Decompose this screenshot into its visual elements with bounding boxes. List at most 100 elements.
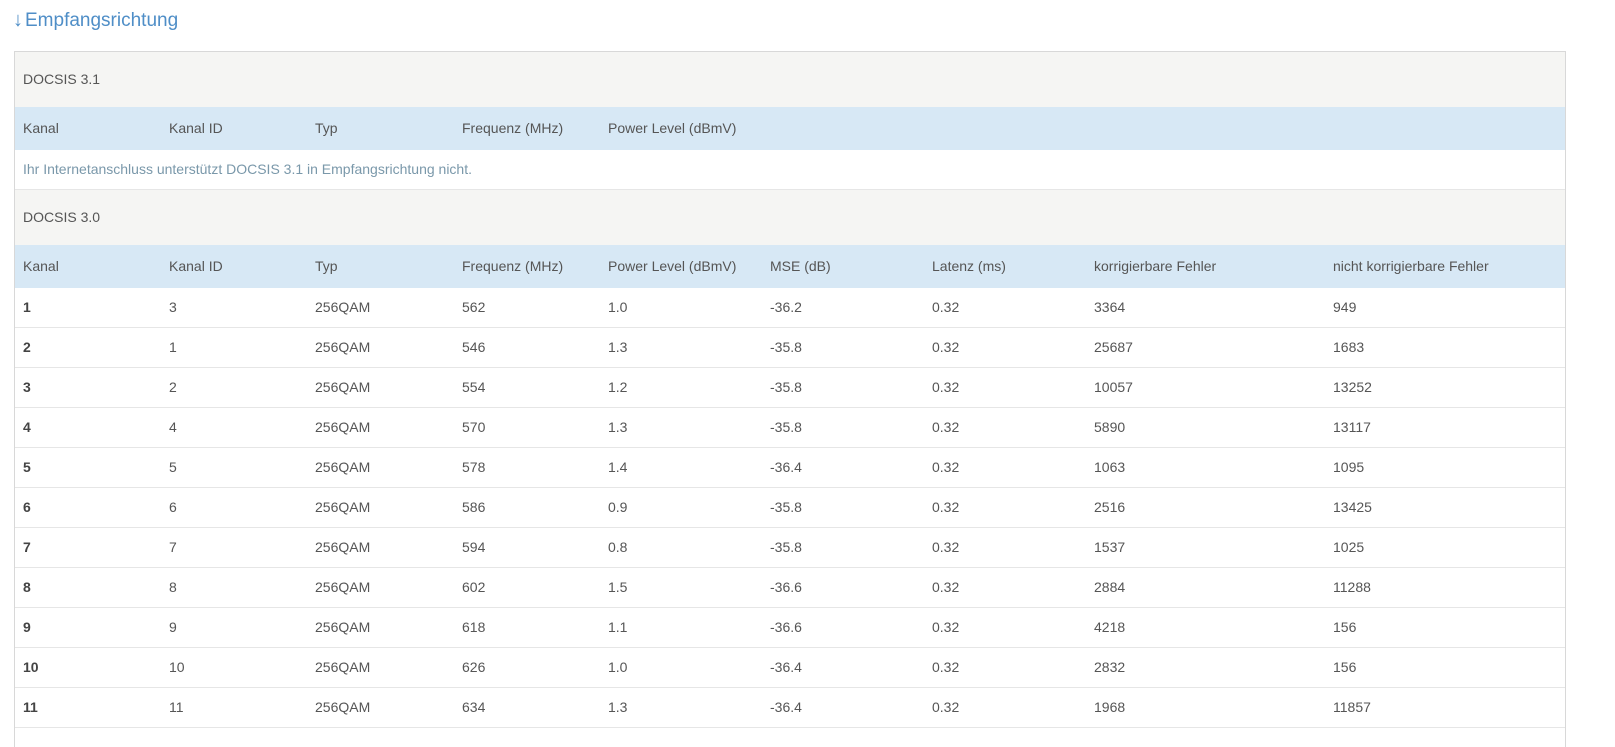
col-header-typ: Typ	[315, 258, 338, 274]
cell-korrigierbare-fehler: 2832	[1094, 659, 1126, 675]
cell-kanal: 9	[23, 619, 31, 635]
arrow-down-icon: ↓	[13, 9, 23, 31]
table-row: 5 5 256QAM 578 1.4 -36.4 0.32 1063 1095	[15, 448, 1565, 488]
cell-nicht-korrigierbare-fehler: 1095	[1333, 459, 1365, 475]
cell-kanal: 10	[23, 659, 39, 675]
col-header-frequenz: Frequenz (MHz)	[462, 258, 564, 274]
table-row: 4 4 256QAM 570 1.3 -35.8 0.32 5890 13117	[15, 408, 1565, 448]
cell-power-level: 1.3	[608, 419, 628, 435]
col-header-nicht-korrigierbare-fehler: nicht korrigierbare Fehler	[1333, 258, 1489, 274]
cell-typ: 256QAM	[315, 539, 371, 555]
cell-nicht-korrigierbare-fehler: 13117	[1333, 419, 1371, 435]
cell-kanal-id: 10	[169, 659, 185, 675]
cell-mse: -36.6	[770, 619, 802, 635]
cell-power-level: 1.0	[608, 299, 628, 315]
cell-mse: -36.6	[770, 579, 802, 595]
cell-kanal: 3	[23, 379, 31, 395]
cell-kanal-id: 2	[169, 379, 177, 395]
cell-kanal: 6	[23, 499, 31, 515]
cell-kanal: 4	[23, 419, 31, 435]
cell-typ: 256QAM	[315, 619, 371, 635]
docsis31-not-supported-note: Ihr Internetanschluss unterstützt DOCSIS…	[15, 150, 1565, 190]
docsis30-rows: 1 3 256QAM 562 1.0 -36.2 0.32 3364 949 2…	[15, 288, 1565, 728]
cell-power-level: 1.2	[608, 379, 628, 395]
cell-power-level: 1.3	[608, 339, 628, 355]
cell-typ: 256QAM	[315, 699, 371, 715]
col-header-power-level: Power Level (dBmV)	[608, 258, 737, 274]
cell-latenz: 0.32	[932, 299, 960, 315]
cell-nicht-korrigierbare-fehler: 13252	[1333, 379, 1372, 395]
col-header-frequenz: Frequenz (MHz)	[462, 120, 564, 136]
table-row: 8 8 256QAM 602 1.5 -36.6 0.32 2884 11288	[15, 568, 1565, 608]
cell-power-level: 1.5	[608, 579, 628, 595]
cell-kanal: 5	[23, 459, 31, 475]
docsis30-header-row: Kanal Kanal ID Typ Frequenz (MHz) Power …	[15, 245, 1565, 288]
cell-latenz: 0.32	[932, 339, 960, 355]
page: ↓ Empfangsrichtung DOCSIS 3.1 Kanal Kana…	[0, 0, 1615, 747]
cell-nicht-korrigierbare-fehler: 11288	[1333, 579, 1371, 595]
cell-kanal-id: 3	[169, 299, 177, 315]
table-row: 10 10 256QAM 626 1.0 -36.4 0.32 2832 156	[15, 648, 1565, 688]
cell-power-level: 0.9	[608, 499, 628, 515]
cell-latenz: 0.32	[932, 619, 960, 635]
docsis31-header-row: Kanal Kanal ID Typ Frequenz (MHz) Power …	[15, 107, 1565, 150]
cell-korrigierbare-fehler: 3364	[1094, 299, 1126, 315]
cell-frequenz: 570	[462, 419, 486, 435]
cell-power-level: 1.0	[608, 659, 628, 675]
cell-korrigierbare-fehler: 10057	[1094, 379, 1133, 395]
cell-frequenz: 602	[462, 579, 486, 595]
cell-latenz: 0.32	[932, 699, 960, 715]
cell-power-level: 0.8	[608, 539, 628, 555]
cell-kanal-id: 5	[169, 459, 177, 475]
cell-typ: 256QAM	[315, 659, 371, 675]
cell-mse: -35.8	[770, 379, 802, 395]
col-header-kanal: Kanal	[23, 120, 59, 136]
cell-kanal: 8	[23, 579, 31, 595]
cell-nicht-korrigierbare-fehler: 11857	[1333, 699, 1371, 715]
cell-mse: -35.8	[770, 539, 802, 555]
cell-korrigierbare-fehler: 4218	[1094, 619, 1126, 635]
cell-typ: 256QAM	[315, 299, 371, 315]
col-header-kanal-id: Kanal ID	[169, 120, 223, 136]
table-row: 6 6 256QAM 586 0.9 -35.8 0.32 2516 13425	[15, 488, 1565, 528]
cell-kanal-id: 7	[169, 539, 177, 555]
col-header-kanal-id: Kanal ID	[169, 258, 223, 274]
cell-nicht-korrigierbare-fehler: 156	[1333, 619, 1357, 635]
cell-latenz: 0.32	[932, 659, 960, 675]
table-row: 2 1 256QAM 546 1.3 -35.8 0.32 25687 1683	[15, 328, 1565, 368]
cell-frequenz: 546	[462, 339, 486, 355]
heading-label: Empfangsrichtung	[25, 9, 179, 31]
cell-frequenz: 618	[462, 619, 486, 635]
cell-latenz: 0.32	[932, 379, 960, 395]
cell-typ: 256QAM	[315, 459, 371, 475]
cell-kanal: 1	[23, 299, 31, 315]
cell-latenz: 0.32	[932, 499, 960, 515]
cell-latenz: 0.32	[932, 579, 960, 595]
cell-frequenz: 626	[462, 659, 486, 675]
col-header-mse: MSE (dB)	[770, 258, 831, 274]
cell-mse: -36.4	[770, 459, 802, 475]
col-header-power-level: Power Level (dBmV)	[608, 120, 737, 136]
cell-mse: -35.8	[770, 339, 802, 355]
empfangsrichtung-heading[interactable]: ↓ Empfangsrichtung	[13, 9, 178, 32]
cell-mse: -36.2	[770, 299, 802, 315]
cell-korrigierbare-fehler: 1537	[1094, 539, 1126, 555]
table-row: 3 2 256QAM 554 1.2 -35.8 0.32 10057 1325…	[15, 368, 1565, 408]
col-header-kanal: Kanal	[23, 258, 59, 274]
cell-kanal-id: 6	[169, 499, 177, 515]
cell-kanal-id: 1	[169, 339, 177, 355]
cell-mse: -35.8	[770, 419, 802, 435]
col-header-korrigierbare-fehler: korrigierbare Fehler	[1094, 258, 1217, 274]
cell-frequenz: 562	[462, 299, 486, 315]
table-row: 11 11 256QAM 634 1.3 -36.4 0.32 1968 118…	[15, 688, 1565, 728]
cell-nicht-korrigierbare-fehler: 949	[1333, 299, 1357, 315]
channel-table-container: DOCSIS 3.1 Kanal Kanal ID Typ Frequenz (…	[14, 51, 1566, 747]
cell-typ: 256QAM	[315, 419, 371, 435]
col-header-typ: Typ	[315, 120, 338, 136]
cell-frequenz: 594	[462, 539, 486, 555]
cell-frequenz: 634	[462, 699, 486, 715]
cell-kanal-id: 4	[169, 419, 177, 435]
cell-typ: 256QAM	[315, 579, 371, 595]
cell-kanal-id: 11	[169, 699, 184, 715]
table-row: 7 7 256QAM 594 0.8 -35.8 0.32 1537 1025	[15, 528, 1565, 568]
